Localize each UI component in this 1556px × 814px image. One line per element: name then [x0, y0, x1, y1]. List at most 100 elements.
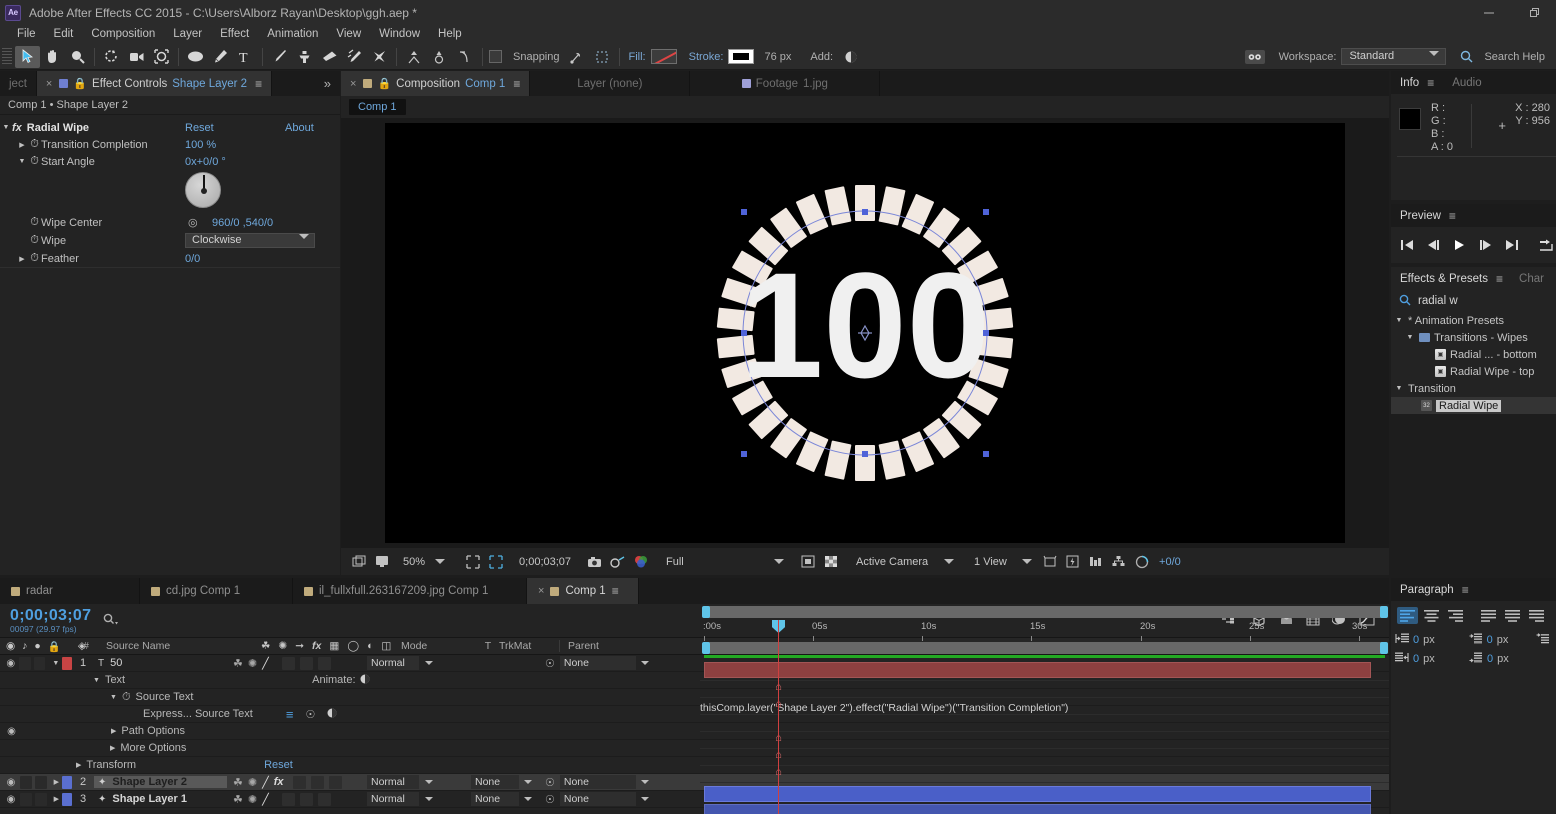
expression-graph-icon[interactable]: [327, 708, 337, 721]
shy-icon[interactable]: ☘: [233, 793, 243, 806]
time-ruler[interactable]: :00s 05s 10s 15s 20s 25s 30s: [700, 620, 1389, 642]
tree-node-transition[interactable]: ▼ Transition: [1391, 380, 1556, 397]
search-help-icon[interactable]: [1454, 46, 1479, 68]
chevron-down-icon[interactable]: ▼: [93, 677, 100, 684]
layer-parent[interactable]: ☉ None: [545, 792, 667, 806]
switch-box[interactable]: [292, 775, 306, 789]
timeline-search-icon[interactable]: [103, 613, 119, 629]
justify-last-center-button[interactable]: [1502, 607, 1523, 624]
roto-brush-tool-icon[interactable]: [342, 46, 367, 68]
more-tabs-icon[interactable]: »: [315, 71, 340, 96]
zoom-tool-icon[interactable]: [65, 46, 90, 68]
layer-switches[interactable]: ☘ ✺ ╱: [227, 656, 367, 670]
switch-box[interactable]: [317, 656, 331, 670]
layer-disclosure-icon[interactable]: ▶: [54, 795, 59, 803]
collapse-icon[interactable]: ✺: [248, 776, 257, 789]
expression-enable-icon[interactable]: ≡: [286, 707, 294, 722]
layer-mode[interactable]: Normal: [367, 656, 449, 670]
switch-box[interactable]: [317, 792, 331, 806]
layer-tab[interactable]: Layer (none): [530, 71, 691, 96]
info-tab[interactable]: Info: [1400, 77, 1419, 89]
layer-disclosure-icon[interactable]: ▼: [52, 660, 59, 667]
resolution-select[interactable]: Full: [658, 556, 788, 568]
puppet-pin-tool-icon[interactable]: [367, 46, 392, 68]
effect-reset-button[interactable]: Reset: [185, 122, 214, 134]
tree-item-radial-wipe-top[interactable]: ▣ Radial Wipe - top: [1391, 363, 1556, 380]
switch-box[interactable]: [299, 792, 313, 806]
align-center-button[interactable]: [1421, 607, 1442, 624]
camera-view-select[interactable]: Active Camera: [848, 556, 958, 568]
property-row-feather[interactable]: ▶ ⏱ Feather 0/0: [0, 250, 340, 267]
switch-box[interactable]: [281, 792, 295, 806]
transform-reset-button[interactable]: Reset: [264, 759, 293, 771]
current-time-indicator[interactable]: [778, 620, 779, 814]
indent-first-field[interactable]: [1536, 632, 1556, 647]
layer-name[interactable]: T 50: [94, 657, 227, 669]
property-value[interactable]: 960/0 ,540/0: [212, 217, 273, 229]
fast-previews-icon[interactable]: [1063, 552, 1082, 571]
panel-menu-icon[interactable]: ≡: [1462, 583, 1469, 597]
solo-toggle[interactable]: [33, 656, 46, 670]
last-frame-button[interactable]: [1505, 239, 1518, 251]
chevron-right-icon[interactable]: ▶: [111, 727, 116, 735]
panel-menu-icon[interactable]: ≡: [1449, 209, 1456, 223]
rotation-tool-icon[interactable]: [99, 46, 124, 68]
quality-icon[interactable]: ╱: [262, 776, 269, 789]
bevel-icon[interactable]: [426, 46, 451, 68]
layer-switches[interactable]: ☘ ✺ ╱: [227, 792, 367, 806]
panel-menu-icon[interactable]: ≡: [1496, 272, 1503, 286]
eye-icon[interactable]: ◉: [5, 777, 17, 788]
type-tool-icon[interactable]: T: [233, 46, 258, 68]
property-value[interactable]: 0x+0/0 °: [185, 156, 226, 168]
collapse-icon[interactable]: ✺: [248, 793, 257, 806]
add-menu-icon[interactable]: [838, 46, 863, 68]
stopwatch-icon[interactable]: ⏱: [28, 138, 41, 151]
menu-help[interactable]: Help: [429, 25, 471, 44]
tree-node-animation-presets[interactable]: ▼ * Animation Presets: [1391, 312, 1556, 329]
minimize-button[interactable]: [1466, 0, 1511, 25]
eye-icon[interactable]: ◉: [5, 794, 17, 805]
layer-mode[interactable]: Normal: [367, 792, 449, 806]
pickwhip-icon[interactable]: ☉: [545, 657, 555, 670]
chevron-down-icon[interactable]: ▼: [1394, 317, 1404, 324]
angle-dial[interactable]: [185, 172, 221, 208]
animate-menu-icon[interactable]: [360, 674, 370, 687]
crosshair-icon[interactable]: ◎: [188, 216, 198, 229]
effect-header-row[interactable]: ▼ fx Radial Wipe Reset About: [0, 119, 340, 136]
stopwatch-icon[interactable]: ⏱: [28, 155, 41, 168]
property-value[interactable]: 100 %: [185, 139, 216, 151]
effect-disclosure-icon[interactable]: ▼: [0, 124, 12, 131]
effects-search-input[interactable]: radial w: [1418, 295, 1458, 307]
exposure-reset-icon[interactable]: [1132, 552, 1151, 571]
layer-bar-3[interactable]: [704, 804, 1371, 814]
always-preview-icon[interactable]: [349, 552, 368, 571]
layer-disclosure-icon[interactable]: ▶: [54, 778, 59, 786]
fill-swatch[interactable]: [650, 49, 677, 64]
paragraph-tab[interactable]: Paragraph: [1400, 584, 1454, 596]
eye-icon[interactable]: ◉: [5, 726, 18, 737]
sync-settings-icon[interactable]: [1244, 49, 1265, 64]
character-tab[interactable]: Char: [1519, 273, 1544, 285]
selection-tool-icon[interactable]: [15, 45, 40, 68]
footage-tab[interactable]: Footage 1.jpg: [690, 71, 881, 96]
switch-box[interactable]: [299, 656, 313, 670]
pan-behind-tool-icon[interactable]: [149, 46, 174, 68]
chevron-down-icon[interactable]: ▼: [1394, 385, 1404, 392]
label-color-chip[interactable]: [61, 775, 72, 789]
previous-frame-button[interactable]: [1427, 239, 1440, 251]
justify-last-left-button[interactable]: [1478, 607, 1499, 624]
layer-trkmat[interactable]: None: [471, 792, 545, 806]
menu-effect[interactable]: Effect: [211, 25, 258, 44]
menu-file[interactable]: File: [8, 25, 45, 44]
menu-view[interactable]: View: [327, 25, 370, 44]
audio-toggle[interactable]: [19, 792, 32, 806]
align-right-button[interactable]: [1445, 607, 1466, 624]
shape-ellipse-tool-icon[interactable]: [183, 46, 208, 68]
fill-label[interactable]: Fill:: [629, 51, 646, 63]
pickwhip-icon[interactable]: ☉: [305, 708, 315, 721]
layer-bar-2[interactable]: [704, 786, 1371, 802]
expression-text[interactable]: thisComp.layer("Shape Layer 2").effect("…: [700, 702, 1068, 714]
menu-animation[interactable]: Animation: [258, 25, 327, 44]
stopwatch-icon[interactable]: ⏱: [28, 234, 41, 247]
panel-menu-icon[interactable]: ≡: [612, 584, 619, 598]
